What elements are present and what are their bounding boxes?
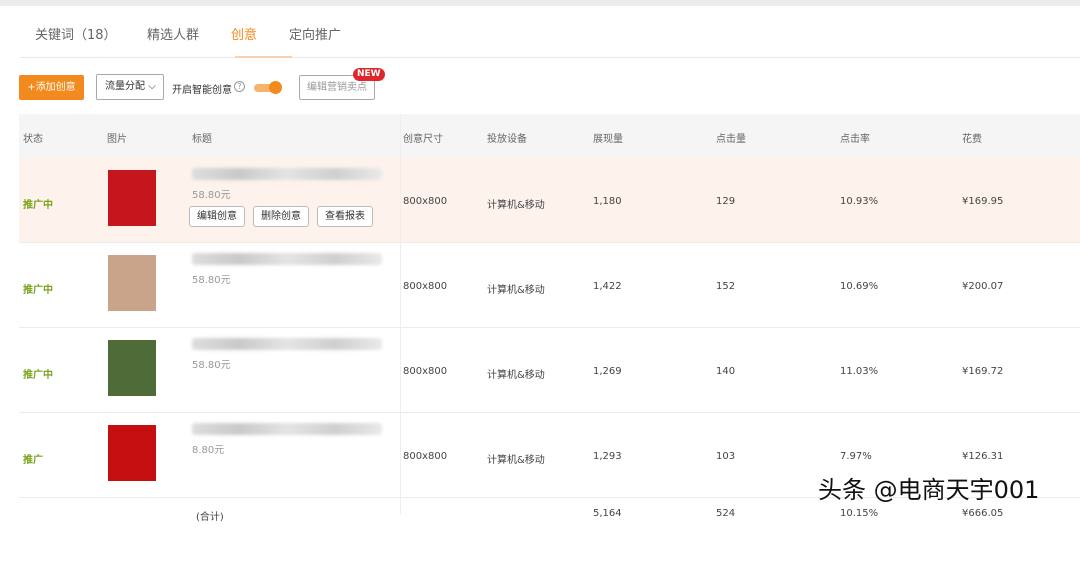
delete-creative-button[interactable]: 删除创意 (253, 206, 309, 227)
ctr-cell: 11.03% (840, 366, 879, 377)
active-tab-indicator (235, 56, 292, 58)
cost-cell: ¥126.31 (962, 451, 1004, 462)
ctr-cell: 7.97% (840, 451, 872, 462)
title-blurred (192, 338, 382, 350)
smart-creative-label: 开启智能创意 (172, 85, 232, 96)
size-cell: 800x800 (403, 451, 448, 462)
header-ctr: 点击率 (840, 134, 870, 145)
header-impressions: 展现量 (593, 134, 623, 145)
tab-bar: 关键词（18） 精选人群 创意 定向推广 (20, 14, 1080, 58)
view-report-button[interactable]: 查看报表 (317, 206, 373, 227)
device-cell: 计算机&移动 (487, 370, 545, 381)
creative-image[interactable] (108, 255, 156, 311)
status-text: 推广中 (23, 200, 53, 211)
help-icon[interactable]: ? (234, 81, 245, 92)
device-cell: 计算机&移动 (487, 455, 545, 466)
title-blurred (192, 423, 382, 435)
header-status: 状态 (23, 134, 43, 145)
status-text: 推广中 (23, 285, 53, 296)
total-clicks: 524 (716, 508, 736, 519)
edit-creative-button[interactable]: 编辑创意 (189, 206, 245, 227)
smart-creative-toggle[interactable] (254, 81, 282, 94)
size-cell: 800x800 (403, 366, 448, 377)
price-text: 58.80元 (192, 190, 231, 201)
total-impressions: 5,164 (593, 508, 622, 519)
table-row: 推广中 58.80元 800x800 计算机&移动 1,422 152 10.6… (19, 243, 1080, 328)
status-text: 推广 (23, 455, 43, 466)
header-device: 投放设备 (487, 134, 527, 145)
title-blurred (192, 253, 382, 265)
impressions-cell: 1,180 (593, 196, 622, 207)
clicks-cell: 129 (716, 196, 736, 207)
watermark: 头条 @电商天宇001 (818, 476, 1040, 504)
header-size: 创意尺寸 (403, 134, 443, 145)
creative-image[interactable] (108, 425, 156, 481)
tab-keywords[interactable]: 关键词（18） (35, 24, 117, 43)
header-image: 图片 (107, 134, 127, 145)
cost-cell: ¥200.07 (962, 281, 1004, 292)
clicks-cell: 152 (716, 281, 736, 292)
chevron-down-icon: ⌵ (148, 81, 156, 92)
table-header: 状态 图片 标题 创意尺寸 投放设备 展现量 点击量 点击率 花费 (19, 114, 1080, 158)
header-title: 标题 (192, 134, 212, 145)
table-row: 推广中 58.80元 800x800 计算机&移动 1,269 140 11.0… (19, 328, 1080, 413)
total-label: (合计) (196, 512, 224, 523)
price-text: 8.80元 (192, 445, 225, 456)
title-blurred (192, 168, 382, 180)
new-badge: NEW (353, 68, 385, 81)
size-cell: 800x800 (403, 281, 448, 292)
price-text: 58.80元 (192, 360, 231, 371)
cost-cell: ¥169.95 (962, 196, 1004, 207)
tab-targeting[interactable]: 定向推广 (289, 24, 341, 43)
traffic-allocation-select[interactable]: 流量分配 ⌵ (96, 74, 164, 100)
column-divider (400, 114, 401, 515)
impressions-cell: 1,293 (593, 451, 622, 462)
size-cell: 800x800 (403, 196, 448, 207)
header-clicks: 点击量 (716, 134, 746, 145)
creative-image[interactable] (108, 340, 156, 396)
ctr-cell: 10.93% (840, 196, 879, 207)
device-cell: 计算机&移动 (487, 285, 545, 296)
cost-cell: ¥169.72 (962, 366, 1004, 377)
table-row: 推广中 58.80元 800x800 计算机&移动 1,180 129 10.9… (19, 158, 1080, 243)
impressions-cell: 1,422 (593, 281, 622, 292)
row-actions: 编辑创意 删除创意 查看报表 (189, 206, 373, 227)
price-text: 58.80元 (192, 275, 231, 286)
clicks-cell: 140 (716, 366, 736, 377)
add-creative-button[interactable]: +添加创意 (19, 75, 84, 100)
creative-image[interactable] (108, 170, 156, 226)
impressions-cell: 1,269 (593, 366, 622, 377)
tab-creative[interactable]: 创意 (231, 24, 257, 43)
traffic-select-label: 流量分配 (105, 81, 145, 92)
total-ctr: 10.15% (840, 508, 879, 519)
header-cost: 花费 (962, 134, 982, 145)
total-cost: ¥666.05 (962, 508, 1004, 519)
tab-audience[interactable]: 精选人群 (147, 24, 199, 43)
clicks-cell: 103 (716, 451, 736, 462)
ctr-cell: 10.69% (840, 281, 879, 292)
status-text: 推广中 (23, 370, 53, 381)
total-row: (合计) 5,164 524 10.15% ¥666.05 (19, 498, 1080, 583)
device-cell: 计算机&移动 (487, 200, 545, 211)
top-bar (0, 0, 1080, 6)
